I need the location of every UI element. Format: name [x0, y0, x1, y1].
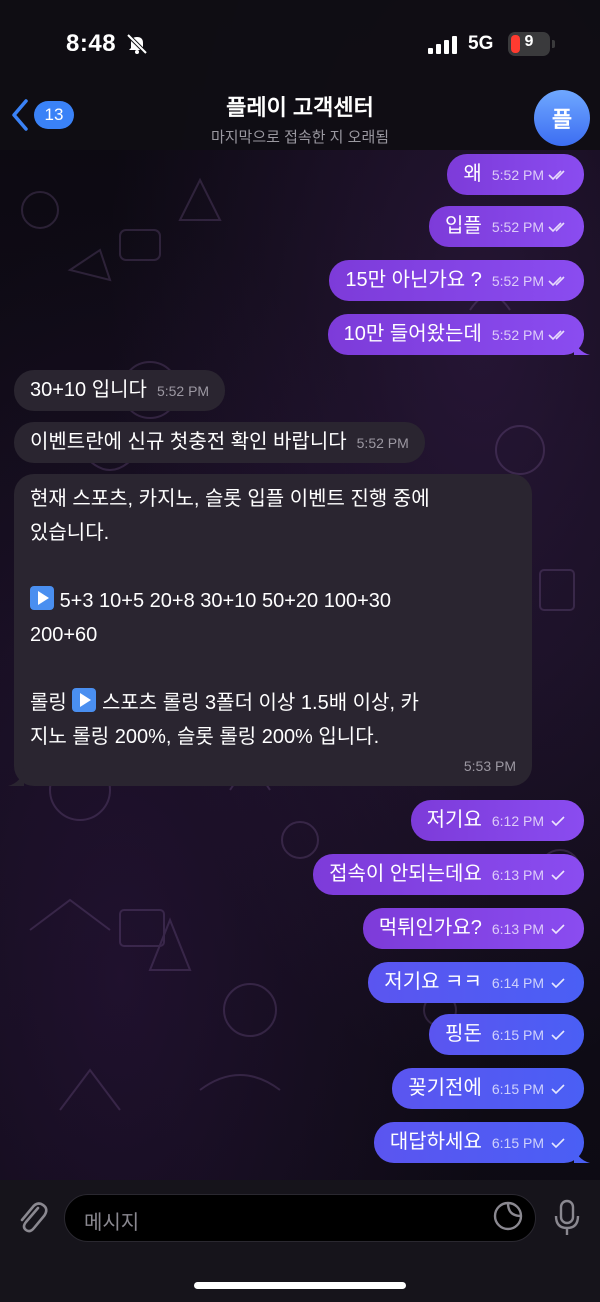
message-outgoing[interactable]: 저기요 6:12 PM [410, 800, 584, 841]
message-text: 핑돈 [445, 1023, 482, 1045]
message-outgoing[interactable]: 꽂기전에 6:15 PM [392, 1068, 584, 1109]
message-line: 지노 롤링 200%, 슬롯 롤링 200% 입니다. [30, 726, 380, 748]
message-line-text: 스포츠 롤링 3폴더 이상 1.5배 이상, 카 [101, 692, 419, 714]
double-check-icon [548, 170, 565, 181]
home-indicator[interactable] [194, 1282, 406, 1289]
message-line: 5+3 10+5 20+8 30+10 50+20 100+30 [30, 584, 516, 618]
message-text: 대답하세요 [389, 1131, 482, 1153]
message-incoming[interactable]: 이벤트란에 신규 첫충전 확인 바랍니다 5:52 PM [14, 422, 425, 463]
message-incoming[interactable]: 30+10 입니다 5:52 PM [14, 370, 226, 411]
message-outgoing[interactable]: 입플 5:52 PM [429, 206, 584, 247]
battery-tip [552, 40, 555, 48]
message-input-bar: 메시지 [0, 1180, 600, 1302]
message-line: 200+60 [30, 624, 98, 646]
message-text: 30+10 입니다 [30, 379, 147, 401]
message-time: 5:52 PM [356, 435, 409, 451]
avatar[interactable]: 플 [534, 90, 590, 146]
message-text: 입플 [445, 215, 482, 237]
double-check-icon [548, 330, 565, 341]
bell-off-icon [126, 34, 148, 54]
message-outgoing[interactable]: 10만 들어왔는데 5:52 PM [327, 314, 590, 355]
message-text: 저기요 [426, 809, 482, 831]
chat-title: 플레이 고객센터 [226, 95, 374, 120]
message-text: 왜 [463, 163, 482, 185]
paperclip-icon[interactable] [14, 1198, 50, 1238]
microphone-icon[interactable] [552, 1198, 582, 1238]
chat-header: 8:48 5G 9 13 플레이 고객센터 마지막으로 접속한 지 오래됨 플 [0, 0, 600, 150]
message-time: 6:15 PM [491, 1081, 544, 1097]
message-text: 이벤트란에 신규 첫충전 확인 바랍니다 [30, 431, 347, 453]
message-text: 저기요 ㅋㅋ [384, 971, 482, 993]
message-text: 먹튀인가요? [378, 917, 482, 939]
message-line-blank [30, 652, 516, 686]
message-text: 15만 아닌가요 ? [345, 269, 482, 291]
message-input-placeholder: 메시지 [84, 1212, 140, 1234]
bubble-tail [574, 337, 590, 355]
message-time: 6:14 PM [491, 975, 544, 991]
play-button-emoji-icon [72, 688, 97, 712]
message-outgoing[interactable]: 접속이 안되는데요 6:13 PM [313, 854, 584, 895]
message-line-text: 롤링 [30, 692, 67, 714]
bubble-tail [574, 1145, 590, 1163]
message-time: 5:52 PM [491, 273, 544, 289]
message-time: 5:52 PM [491, 219, 544, 235]
check-icon [551, 870, 565, 881]
message-text: 접속이 안되는데요 [329, 863, 482, 885]
play-button-emoji-icon [30, 586, 54, 610]
status-time: 8:48 [66, 30, 117, 57]
check-icon [551, 1138, 565, 1149]
last-seen-status: 마지막으로 접속한 지 오래됨 [210, 129, 390, 146]
back-button[interactable]: 13 [10, 98, 74, 132]
network-type: 5G [468, 33, 494, 54]
message-meta: 5:53 PM [464, 752, 516, 780]
message-text: 10만 들어왔는데 [343, 323, 482, 345]
message-outgoing[interactable]: 핑돈 6:15 PM [429, 1014, 584, 1055]
battery-level: 9 [524, 33, 534, 50]
message-line: 현재 스포츠, 카지노, 슬롯 입플 이벤트 진행 중에 [30, 488, 430, 510]
message-outgoing[interactable]: 먹튀인가요? 6:13 PM [362, 908, 584, 949]
message-line: 롤링 스포츠 롤링 3폴더 이상 1.5배 이상, 카 [30, 686, 516, 720]
message-text: 꽂기전에 [408, 1077, 482, 1099]
message-incoming[interactable]: 현재 스포츠, 카지노, 슬롯 입플 이벤트 진행 중에 있습니다. 5+3 1… [8, 474, 532, 786]
message-time: 6:13 PM [491, 921, 544, 937]
message-line-blank [30, 550, 516, 584]
message-time: 5:52 PM [491, 327, 544, 343]
sticker-icon[interactable] [492, 1200, 524, 1232]
message-outgoing[interactable]: 대답하세요 6:15 PM [373, 1122, 590, 1163]
check-icon [551, 816, 565, 827]
bubble-tail [8, 768, 24, 786]
double-check-icon [548, 276, 565, 287]
chevron-left-icon [12, 99, 28, 131]
message-time: 6:15 PM [491, 1027, 544, 1043]
message-time: 6:13 PM [491, 867, 544, 883]
message-time: 5:52 PM [491, 167, 544, 183]
message-time: 5:52 PM [156, 383, 210, 399]
chat-title-area[interactable]: 플레이 고객센터 마지막으로 접속한 지 오래됨 [130, 90, 470, 147]
double-check-icon [548, 222, 565, 233]
message-line-text: 5+3 10+5 20+8 30+10 50+20 100+30 [59, 590, 392, 612]
message-line: 있습니다. [30, 522, 110, 544]
message-outgoing[interactable]: 왜 5:52 PM [447, 154, 584, 195]
message-time: 6:15 PM [491, 1135, 544, 1151]
check-icon [551, 924, 565, 935]
check-icon [551, 1030, 565, 1041]
message-time: 6:12 PM [491, 813, 544, 829]
message-list: 왜 5:52 PM 입플 5:52 PM 15만 아닌가요 ? 5:52 PM 10만… [0, 150, 600, 1180]
check-icon [551, 978, 565, 989]
battery-icon: 9 [508, 32, 550, 56]
message-outgoing[interactable]: 15만 아닌가요 ? 5:52 PM [329, 260, 584, 301]
unread-count-badge: 13 [34, 101, 74, 129]
message-outgoing[interactable]: 저기요 ㅋㅋ 6:14 PM [368, 962, 584, 1003]
signal-icon [428, 36, 457, 54]
check-icon [551, 1084, 565, 1095]
message-time: 5:53 PM [463, 758, 516, 774]
